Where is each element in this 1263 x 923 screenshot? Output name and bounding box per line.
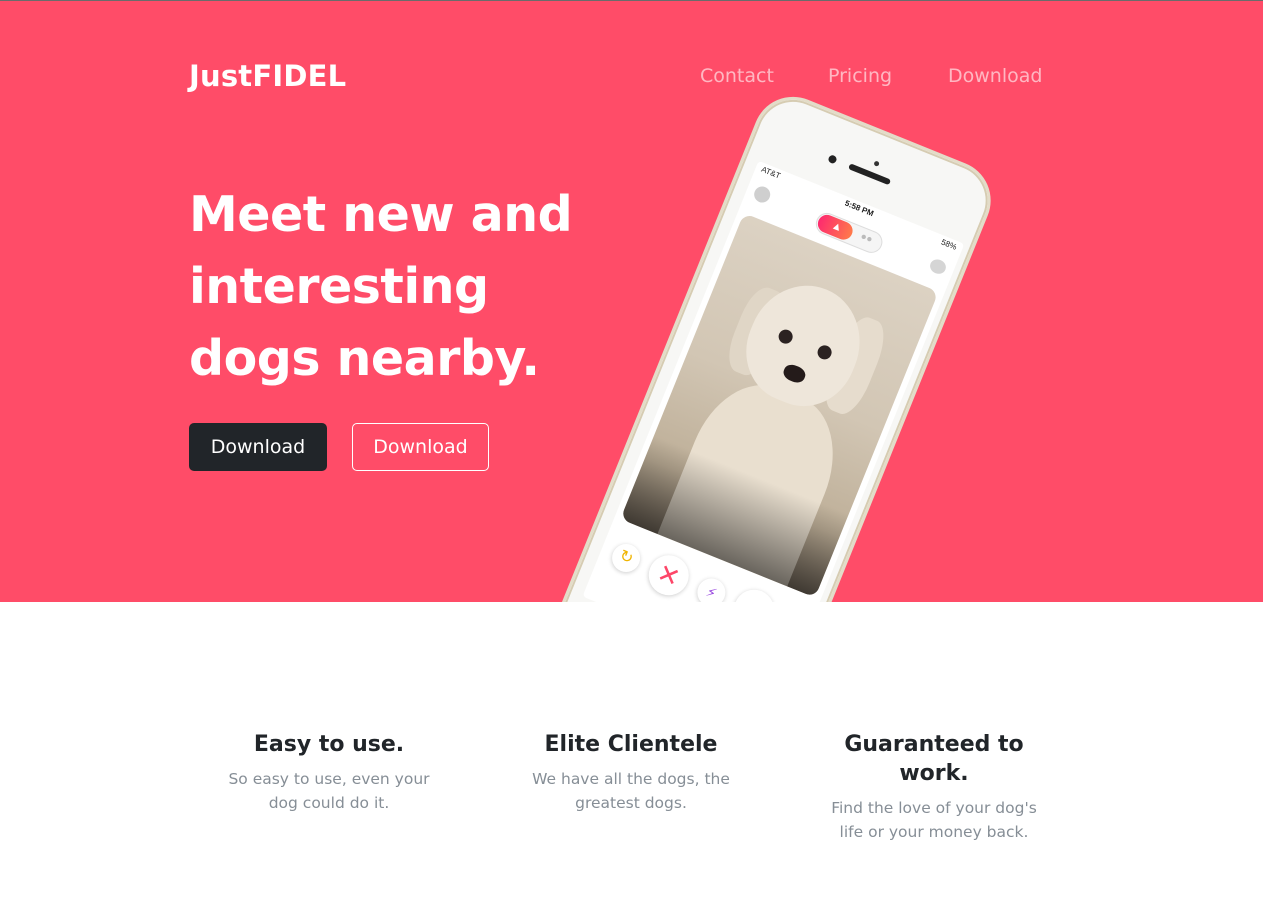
phone-speaker <box>848 163 892 186</box>
download-button-primary[interactable]: Download <box>189 423 327 471</box>
feature-elite-clientele: Elite Clientele We have all the dogs, th… <box>516 730 746 815</box>
phone-camera <box>827 154 838 165</box>
flame-toggle: ▲ <box>815 212 856 243</box>
status-time: 5:58 PM <box>843 198 875 219</box>
nav-link-download[interactable]: Download <box>948 65 1042 87</box>
feature-text-line: So easy to use, even your <box>228 770 430 788</box>
flame-icon: ▲ <box>829 219 845 235</box>
rewind-icon: ↻ <box>607 539 645 577</box>
top-nav: Contact Pricing Download <box>0 65 1263 89</box>
feature-text: We have all the dogs, the greatest dogs. <box>516 767 746 815</box>
nope-icon: ✕ <box>642 549 695 602</box>
feature-title-line: work. <box>899 761 969 786</box>
feature-guaranteed: Guaranteed to work. Find the love of you… <box>819 730 1049 844</box>
status-carrier: AT&T <box>760 164 782 181</box>
feature-text-line: Find the love of your dog's <box>831 799 1037 817</box>
headline-line-2: interesting <box>189 258 489 315</box>
headline-line-1: Meet new and <box>189 186 573 243</box>
feature-text-line: dog could do it. <box>268 794 390 812</box>
boost-icon: ⚡ <box>693 574 730 602</box>
feature-text-line: We have all the dogs, the <box>532 770 730 788</box>
heart-icon: ♥ <box>728 583 781 602</box>
phone-screen: AT&T 5:58 PM 58% ▲ ●● ↻ ✕ ⚡ <box>582 160 965 602</box>
hero-headline: Meet new and interesting dogs nearby. <box>189 179 609 395</box>
feature-text: So easy to use, even your dog could do i… <box>214 767 444 815</box>
feature-easy-to-use: Easy to use. So easy to use, even your d… <box>214 730 444 815</box>
dog-photo-card <box>620 213 939 598</box>
features-section: Easy to use. So easy to use, even your d… <box>0 602 1263 923</box>
feature-text: Find the love of your dog's life or your… <box>819 796 1049 844</box>
phone-mockup: AT&T 5:58 PM 58% ▲ ●● ↻ ✕ ⚡ <box>539 84 1049 602</box>
feature-title: Easy to use. <box>253 732 405 757</box>
group-icon: ●● <box>858 230 875 246</box>
hero-section: JustFIDEL Contact Pricing Download Meet … <box>0 0 1263 602</box>
nav-link-contact[interactable]: Contact <box>700 65 774 87</box>
feature-title-line: Guaranteed to <box>844 732 1024 757</box>
phone-frame: AT&T 5:58 PM 58% ▲ ●● ↻ ✕ ⚡ <box>546 84 1003 602</box>
profile-icon <box>751 184 773 205</box>
status-battery: 58% <box>939 237 959 252</box>
feature-title: Elite Clientele <box>544 732 718 757</box>
chat-icon <box>927 257 949 277</box>
feature-title: Guaranteed to work. <box>819 730 1049 788</box>
headline-line-3: dogs nearby. <box>189 330 540 387</box>
feature-text-line: greatest dogs. <box>575 794 687 812</box>
nav-link-pricing[interactable]: Pricing <box>828 65 892 87</box>
phone-sensor <box>873 160 880 167</box>
download-button-outline[interactable]: Download <box>352 423 489 471</box>
feature-text-line: life or your money back. <box>839 823 1029 841</box>
